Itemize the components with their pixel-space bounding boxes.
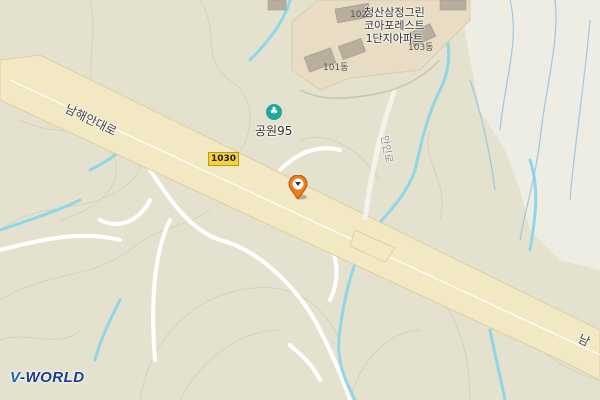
complex-name-line1: 청산삼정그린 (364, 6, 425, 19)
vworld-logo[interactable]: V-WORLD (10, 369, 85, 386)
logo-text: -WORLD (19, 369, 85, 386)
logo-prefix: V (10, 369, 20, 386)
park-label[interactable]: 공원95 (255, 122, 292, 139)
park-icon[interactable]: ♣ (266, 104, 282, 120)
building-102-label: 102 (350, 10, 368, 20)
building-103-label: 103동 (408, 43, 434, 53)
building-101-label: 101동 (323, 63, 349, 73)
route-shield: 1030 (208, 152, 240, 166)
complex-name-line2: 코아포레스트 (364, 19, 425, 32)
map-canvas[interactable]: 남해안대로 남 안인로 1030 ♣ 공원95 청산삼정그린 코아포레스트 1단… (0, 0, 600, 400)
